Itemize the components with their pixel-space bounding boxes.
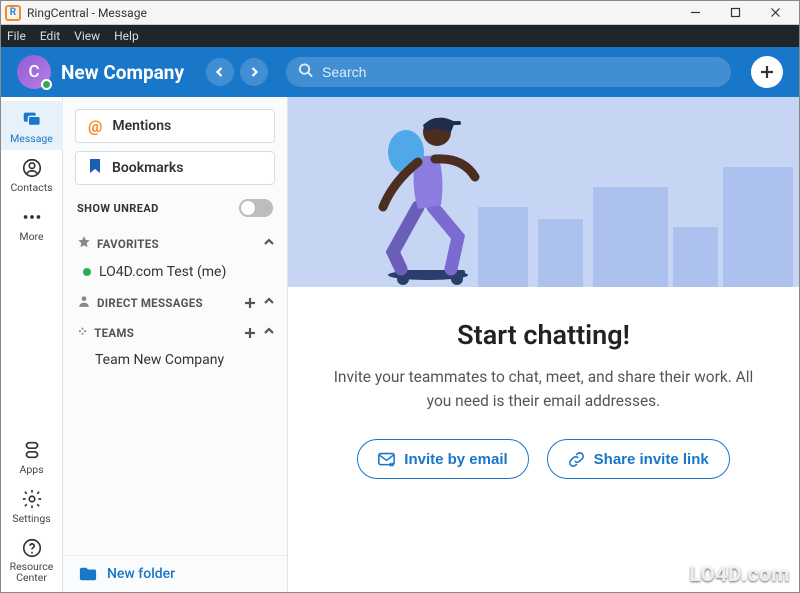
window-titlebar: R RingCentral - Message: [1, 1, 799, 25]
maximize-button[interactable]: [715, 1, 755, 25]
menu-edit[interactable]: Edit: [40, 29, 60, 43]
chevron-up-icon: [263, 325, 275, 340]
app-header: C New Company: [1, 47, 799, 97]
menu-help[interactable]: Help: [114, 29, 139, 43]
favorites-section-header[interactable]: FAVORITES: [63, 227, 287, 258]
teams-section-header[interactable]: ⁘ TEAMS: [63, 317, 287, 346]
nav-back-button[interactable]: [206, 58, 234, 86]
nav-rail: Message Contacts More Apps Settings Reso…: [1, 97, 63, 592]
share-invite-link-button[interactable]: Share invite link: [547, 439, 730, 479]
rail-message-label: Message: [10, 132, 53, 145]
rail-contacts-label: Contacts: [10, 181, 52, 194]
empty-state-subtext: Invite your teammates to chat, meet, and…: [334, 365, 754, 413]
empty-state-heading: Start chatting!: [457, 319, 630, 351]
mentions-label: Mentions: [112, 118, 171, 134]
window-title: RingCentral - Message: [27, 6, 147, 20]
chevron-up-icon: [263, 295, 275, 310]
add-dm-button[interactable]: [243, 297, 257, 309]
hero-illustration: [288, 97, 799, 287]
favorites-item-label: LO4D.com Test (me): [99, 264, 226, 280]
rail-settings[interactable]: Settings: [1, 481, 63, 530]
chevron-up-icon: [263, 236, 275, 251]
menu-file[interactable]: File: [7, 29, 26, 43]
rail-more[interactable]: More: [1, 199, 63, 248]
team-icon: ⁘: [77, 325, 88, 340]
close-button[interactable]: [755, 1, 795, 25]
person-icon: [77, 294, 91, 311]
star-icon: [77, 235, 91, 252]
new-folder-label: New folder: [107, 566, 175, 582]
folder-icon: [79, 566, 97, 582]
minimize-button[interactable]: [675, 1, 715, 25]
favorites-label: FAVORITES: [97, 237, 257, 251]
bookmarks-button[interactable]: Bookmarks: [75, 151, 275, 185]
rail-resource-center-label: Resource Center: [1, 561, 63, 584]
avatar-letter: C: [28, 62, 39, 82]
share-invite-link-label: Share invite link: [594, 451, 709, 468]
teams-label: TEAMS: [94, 326, 237, 340]
conversation-sidebar: @ Mentions Bookmarks SHOW UNREAD FAVORIT…: [63, 97, 288, 592]
search-input[interactable]: [286, 57, 731, 87]
app-icon: R: [5, 5, 21, 21]
bookmark-icon: [88, 158, 102, 178]
team-item[interactable]: Team New Company: [63, 346, 287, 374]
direct-messages-label: DIRECT MESSAGES: [97, 296, 237, 310]
direct-messages-section-header[interactable]: DIRECT MESSAGES: [63, 286, 287, 317]
menu-view[interactable]: View: [74, 29, 100, 43]
menu-bar: File Edit View Help: [1, 25, 799, 47]
favorites-item[interactable]: LO4D.com Test (me): [63, 258, 287, 286]
mentions-button[interactable]: @ Mentions: [75, 109, 275, 143]
rail-more-label: More: [19, 230, 43, 243]
show-unread-toggle[interactable]: [239, 199, 273, 217]
avatar[interactable]: C: [17, 55, 51, 89]
company-name[interactable]: New Company: [61, 61, 184, 84]
new-folder-button[interactable]: New folder: [63, 555, 287, 592]
invite-by-email-button[interactable]: Invite by email: [357, 439, 528, 479]
bookmarks-label: Bookmarks: [112, 160, 183, 176]
show-unread-label: SHOW UNREAD: [77, 202, 159, 215]
rail-contacts[interactable]: Contacts: [1, 150, 63, 199]
add-team-button[interactable]: [243, 327, 257, 339]
team-item-label: Team New Company: [95, 352, 224, 368]
at-icon: @: [88, 117, 102, 136]
new-action-button[interactable]: [751, 56, 783, 88]
nav-forward-button[interactable]: [240, 58, 268, 86]
presence-indicator: [41, 79, 52, 90]
rail-apps[interactable]: Apps: [1, 432, 63, 481]
presence-dot: [83, 268, 91, 276]
rail-message[interactable]: Message: [1, 101, 63, 150]
rail-settings-label: Settings: [12, 512, 50, 525]
main-content: Start chatting! Invite your teammates to…: [288, 97, 799, 592]
rail-resource-center[interactable]: Resource Center: [1, 530, 63, 592]
invite-by-email-label: Invite by email: [404, 451, 507, 468]
rail-apps-label: Apps: [19, 463, 43, 476]
email-icon: [378, 451, 395, 468]
search-icon: [298, 63, 313, 82]
link-icon: [568, 451, 585, 468]
